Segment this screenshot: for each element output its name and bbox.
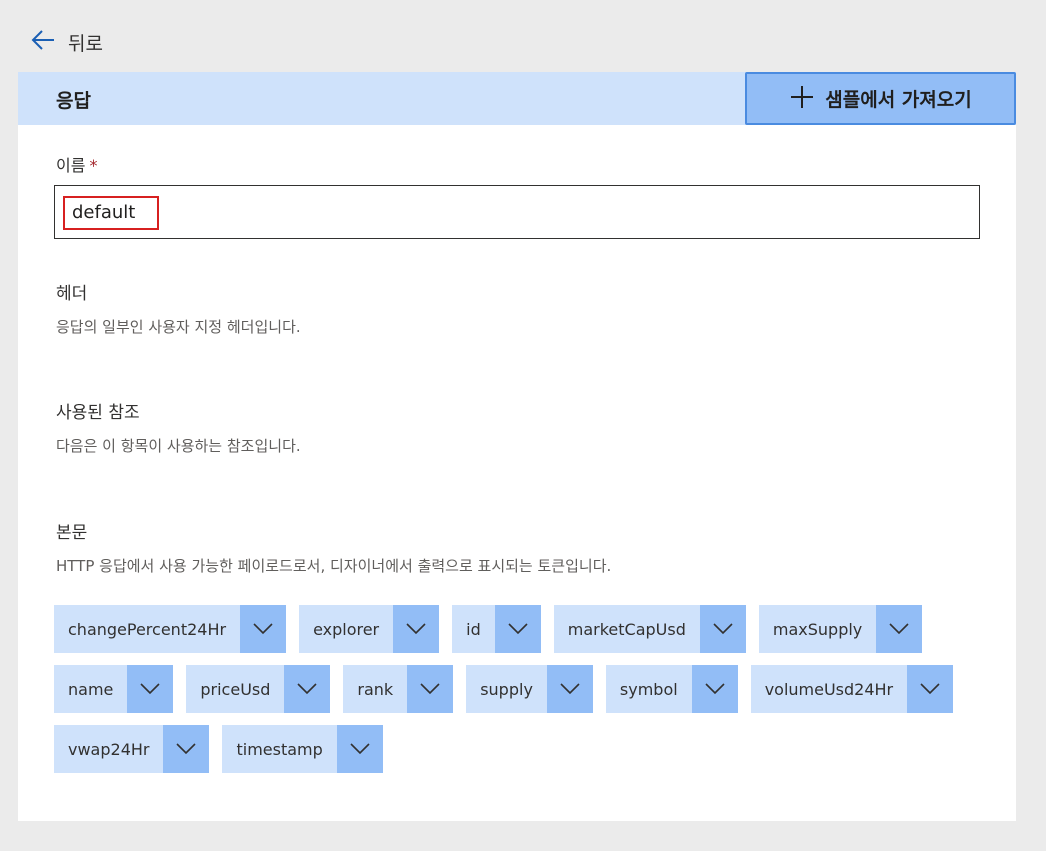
chevron-down-icon[interactable] (907, 665, 954, 713)
token-label: priceUsd (200, 679, 271, 699)
chevron-down-icon[interactable] (699, 605, 746, 653)
references-description: 다음은 이 항목이 사용하는 참조입니다. (56, 437, 301, 455)
panel-title: 응답 (56, 90, 91, 112)
token-volumeUsd24Hr[interactable]: volumeUsd24Hr (750, 665, 954, 713)
chevron-down-icon[interactable] (393, 605, 440, 653)
back-button[interactable]: 뒤로 (30, 28, 103, 56)
token-maxSupply[interactable]: maxSupply (758, 605, 923, 653)
import-label: 샘플에서 가져오기 (825, 89, 972, 111)
chevron-down-icon[interactable] (284, 665, 331, 713)
name-input-value: default (63, 196, 159, 230)
token-symbol[interactable]: symbol (605, 665, 738, 713)
token-explorer[interactable]: explorer (299, 605, 440, 653)
body-title: 본문 (56, 523, 88, 543)
token-label: supply (480, 679, 533, 699)
token-label: vwap24Hr (68, 739, 150, 759)
chevron-down-icon[interactable] (336, 725, 383, 773)
chevron-down-icon[interactable] (876, 605, 923, 653)
arrow-left-icon (30, 27, 56, 57)
name-input[interactable]: default (54, 185, 980, 239)
token-priceUsd[interactable]: priceUsd (186, 665, 331, 713)
token-label: symbol (619, 679, 678, 699)
plus-icon (789, 84, 815, 114)
token-list: changePercent24Hr explorer id marketCapUsd m… (54, 605, 994, 785)
token-label: timestamp (236, 739, 323, 759)
token-label: volumeUsd24Hr (764, 679, 894, 699)
response-panel: 응답 샘플에서 가져오기 이름 * default 헤더 응답의 일부인 사용자 … (18, 72, 1016, 821)
headers-description: 응답의 일부인 사용자 지정 헤더입니다. (56, 318, 301, 336)
chevron-down-icon[interactable] (546, 665, 593, 713)
chevron-down-icon[interactable] (691, 665, 738, 713)
name-field-label: 이름 * (56, 156, 98, 175)
token-vwap24Hr[interactable]: vwap24Hr (54, 725, 210, 773)
token-supply[interactable]: supply (466, 665, 593, 713)
token-marketCapUsd[interactable]: marketCapUsd (553, 605, 746, 653)
body-description: HTTP 응답에서 사용 가능한 페이로드로서, 디자이너에서 출력으로 표시되… (56, 557, 612, 575)
back-label: 뒤로 (68, 32, 103, 55)
token-label: rank (357, 679, 394, 699)
references-title: 사용된 참조 (56, 403, 140, 423)
token-row: name priceUsd rank supply symbol volumeUsd24H… (54, 665, 994, 713)
token-label: name (68, 679, 114, 699)
token-timestamp[interactable]: timestamp (222, 725, 383, 773)
token-label: maxSupply (772, 619, 863, 639)
chevron-down-icon[interactable] (494, 605, 541, 653)
token-row: vwap24Hr timestamp (54, 725, 994, 773)
token-rank[interactable]: rank (343, 665, 454, 713)
headers-title: 헤더 (56, 284, 88, 304)
token-id[interactable]: id (452, 605, 541, 653)
import-from-sample-button[interactable]: 샘플에서 가져오기 (745, 72, 1016, 125)
token-changePercent24Hr[interactable]: changePercent24Hr (54, 605, 287, 653)
token-label: id (466, 619, 481, 639)
token-row: changePercent24Hr explorer id marketCapUsd m… (54, 605, 994, 653)
token-label: marketCapUsd (567, 619, 686, 639)
chevron-down-icon[interactable] (163, 725, 210, 773)
chevron-down-icon[interactable] (407, 665, 454, 713)
panel-header: 응답 샘플에서 가져오기 (18, 72, 1016, 125)
token-label: explorer (313, 619, 380, 639)
required-mark: * (89, 156, 98, 175)
token-name[interactable]: name (54, 665, 174, 713)
chevron-down-icon[interactable] (240, 605, 287, 653)
token-label: changePercent24Hr (68, 619, 227, 639)
chevron-down-icon[interactable] (127, 665, 174, 713)
